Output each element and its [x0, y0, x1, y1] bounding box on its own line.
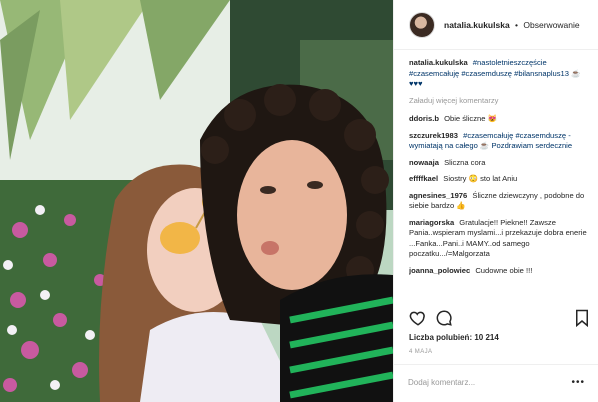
comment-item: nowaaja Sliczna cora — [409, 158, 591, 169]
comment-item: joanna_polowiec Cudowne obie !!! — [409, 266, 591, 277]
load-more-comments-button[interactable]: Załaduj więcej komentarzy — [409, 96, 591, 107]
comment-text: Siostry 😳 sto lat Aniu — [443, 174, 518, 183]
comment-item: szczurek1983 #czasemcałuję #czasemduszę … — [409, 131, 591, 152]
comment-username[interactable]: mariagorska — [409, 218, 454, 227]
post-actions — [409, 309, 591, 329]
header-text: natalia.kukulska • Obserwowanie — [444, 20, 580, 30]
photo-illustration — [0, 0, 393, 402]
add-comment-input[interactable] — [408, 378, 568, 387]
more-options-icon[interactable]: ••• — [571, 377, 585, 388]
comment-item: ddoris.b Obie śliczne 😻 — [409, 114, 591, 125]
bookmark-icon[interactable] — [573, 309, 591, 328]
comment-item: agnesines_1976 Śliczne dziewczyny , podo… — [409, 191, 591, 212]
comment-text: Sliczna cora — [444, 157, 486, 167]
comment-text: Obie śliczne 😻 — [444, 114, 498, 123]
comment-item: effffkael Siostry 😳 sto lat Aniu — [409, 174, 591, 185]
avatar[interactable] — [409, 11, 435, 38]
likes-count[interactable]: Liczba polubień: 10 214 — [409, 333, 499, 342]
comment-username[interactable]: effffkael — [409, 174, 438, 183]
header-username[interactable]: natalia.kukulska — [444, 20, 510, 30]
comment-username[interactable]: szczurek1983 — [409, 131, 458, 140]
comment-icon[interactable] — [435, 309, 453, 327]
heart-icon[interactable] — [409, 309, 427, 327]
comment-username[interactable]: agnesines_1976 — [409, 191, 467, 200]
comment-username[interactable]: ddoris.b — [409, 114, 439, 123]
comment-text: Cudowne obie !!! — [475, 265, 533, 275]
add-comment-bar: ••• — [394, 364, 598, 400]
comment-item: mariagorska Gratulacje!! Piekne!! Zawsze… — [409, 218, 591, 260]
header-separator: • — [515, 19, 519, 30]
comment-username[interactable]: joanna_polowiec — [409, 266, 470, 275]
post-date: 4 MAJA — [409, 349, 433, 355]
post-side-panel: natalia.kukulska • Obserwowanie natalia.… — [393, 0, 598, 402]
comment-username[interactable]: nowaaja — [409, 158, 439, 167]
caption-username[interactable]: natalia.kukulska — [409, 58, 468, 67]
post-photo[interactable] — [0, 0, 393, 402]
caption: natalia.kukulska #nastoletnieszczęście #… — [409, 58, 591, 90]
comments-list: natalia.kukulska #nastoletnieszczęście #… — [409, 58, 591, 303]
follow-button[interactable]: Obserwowanie — [523, 20, 579, 30]
post-header: natalia.kukulska • Obserwowanie — [394, 0, 598, 50]
